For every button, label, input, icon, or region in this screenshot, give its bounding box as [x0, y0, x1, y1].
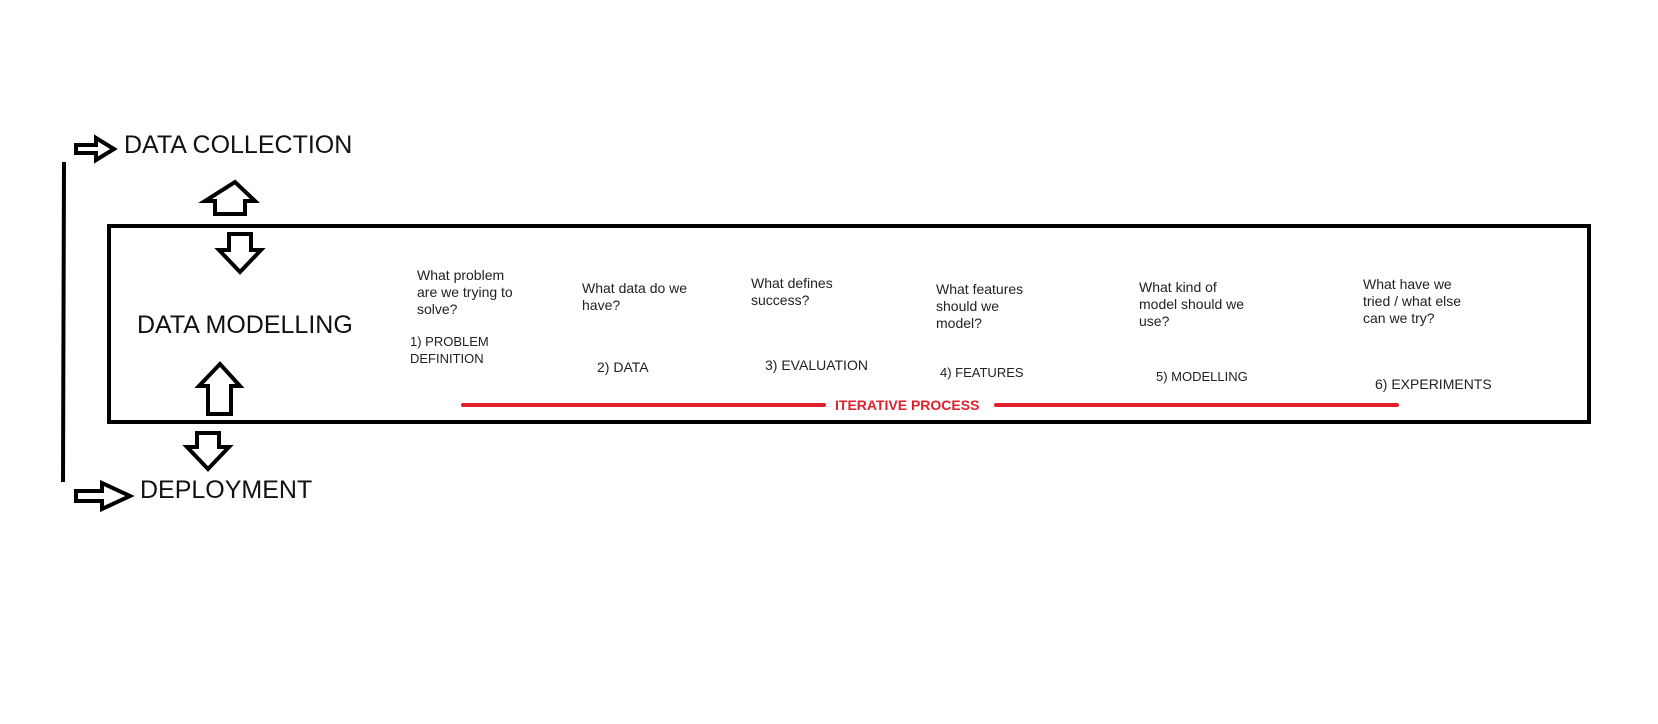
- hollow-right-arrow-icon: [74, 479, 135, 513]
- feedback-loop-line: [61, 161, 66, 483]
- hollow-up-arrow-icon: [198, 179, 261, 216]
- diagram-arrows: [61, 134, 266, 513]
- hollow-right-arrow-icon: [74, 134, 118, 164]
- hollow-down-arrow-icon: [214, 232, 266, 275]
- hollow-down-arrow-icon: [182, 431, 234, 472]
- hollow-up-arrow-icon: [194, 361, 245, 416]
